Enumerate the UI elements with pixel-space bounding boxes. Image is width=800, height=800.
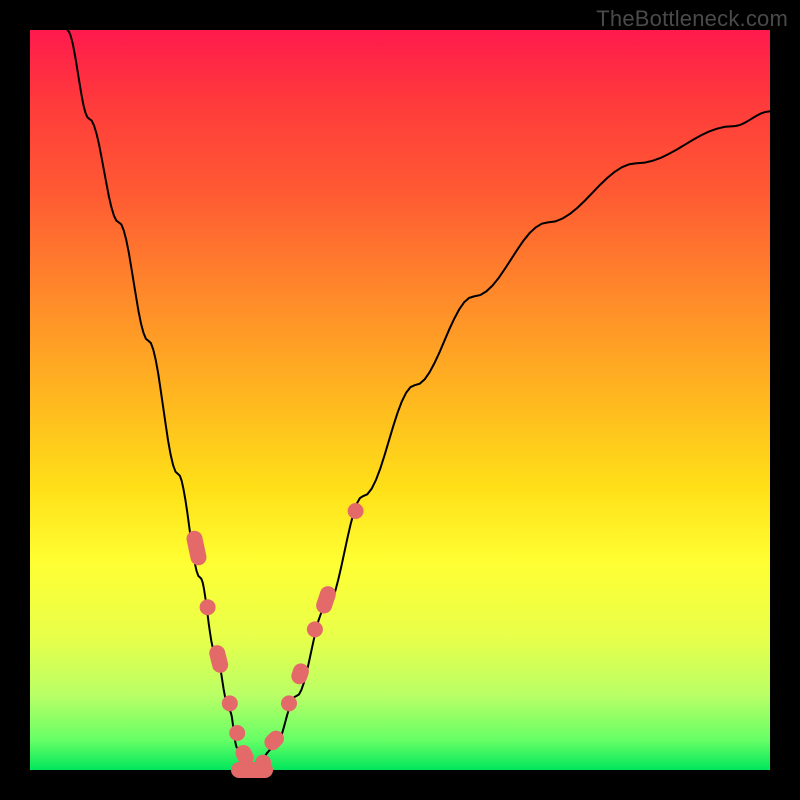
marker-pill: [314, 584, 338, 616]
chart-frame: TheBottleneck.com: [0, 0, 800, 800]
bottleneck-curve: [67, 30, 770, 770]
marker-pill: [185, 529, 208, 567]
marker-dot: [222, 695, 238, 711]
marker-dot: [307, 621, 323, 637]
marker-dot: [229, 725, 245, 741]
marker-dot: [200, 599, 216, 615]
marker-dot: [348, 503, 364, 519]
chart-svg: [30, 30, 770, 770]
marker-pill: [208, 643, 230, 674]
marker-dot: [255, 755, 271, 771]
watermark-text: TheBottleneck.com: [596, 6, 788, 32]
marker-dot: [281, 695, 297, 711]
